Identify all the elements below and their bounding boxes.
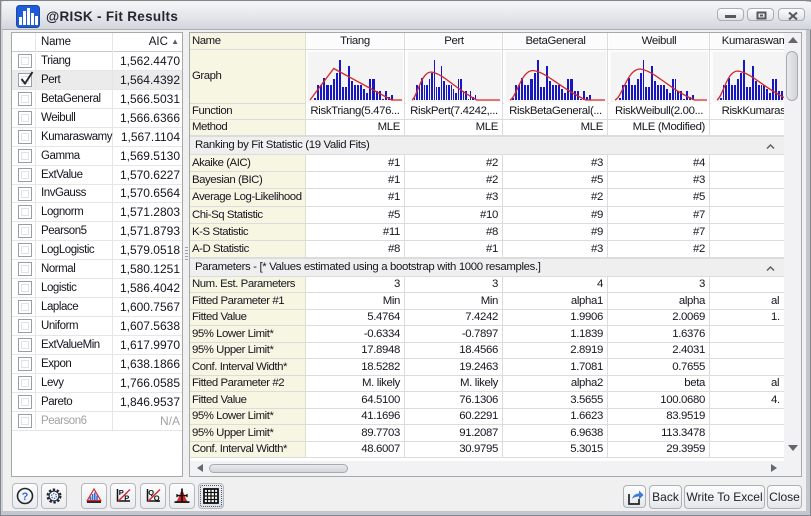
svg-text:?: ?	[22, 491, 29, 503]
